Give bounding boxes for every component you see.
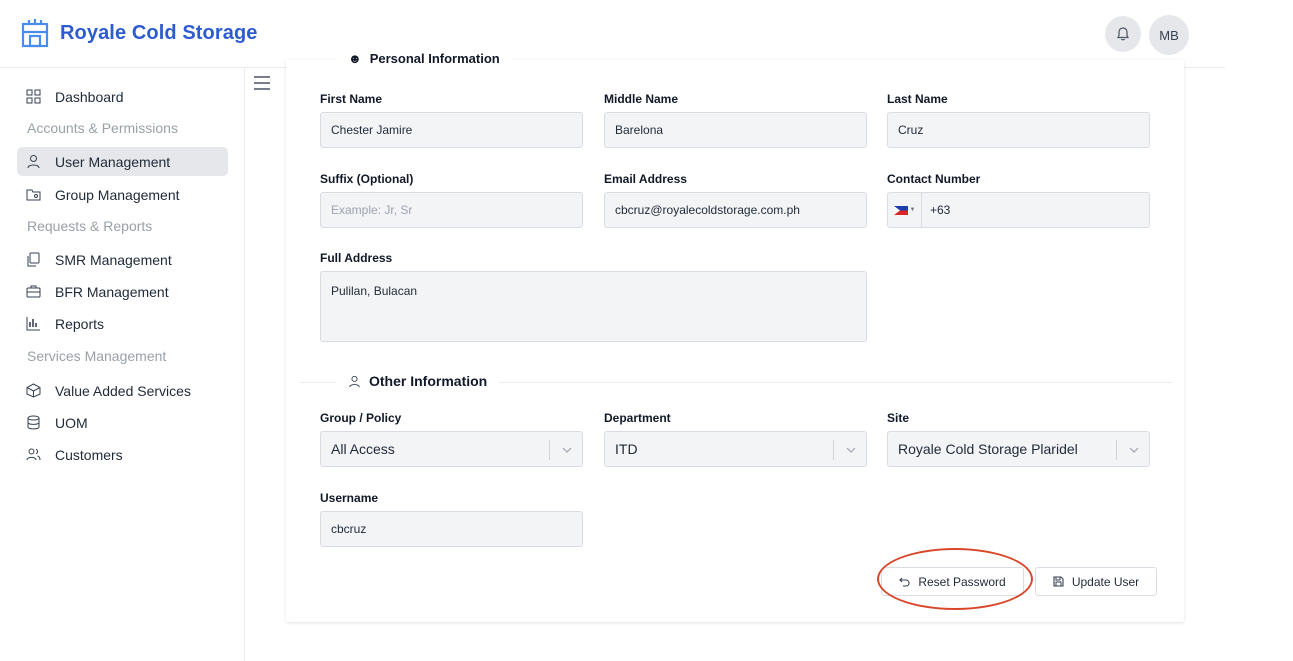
group-policy-label: Group / Policy <box>320 411 402 425</box>
suffix-label: Suffix (Optional) <box>320 172 414 186</box>
department-select[interactable]: ITD <box>604 431 867 467</box>
save-icon <box>1053 576 1064 587</box>
personal-information-heading: ☻ Personal Information <box>336 51 512 66</box>
copy-icon <box>27 252 40 267</box>
contact-number-field[interactable]: ▼ +63 <box>887 192 1150 228</box>
username-label: Username <box>320 491 379 505</box>
briefcase-icon <box>26 285 41 298</box>
section-accounts-permissions: Accounts & Permissions <box>27 120 178 136</box>
middle-name-field[interactable]: Barelona <box>604 112 867 148</box>
dashboard-icon <box>26 89 41 104</box>
first-name-label: First Name <box>320 92 383 106</box>
bell-icon <box>1117 27 1129 41</box>
section-requests-reports: Requests & Reports <box>27 218 153 234</box>
user-icon <box>349 375 360 387</box>
sidebar-item-label: SMR Management <box>55 251 172 268</box>
warehouse-logo-icon <box>21 19 49 48</box>
sidebar-item-label: Dashboard <box>55 88 124 105</box>
select-separator <box>549 440 550 460</box>
sidebar-item-uom[interactable]: UOM <box>17 408 228 437</box>
sidebar-item-label: Reports <box>55 315 105 332</box>
app-root: Royale Cold Storage MB Dashboard Account… <box>0 0 1293 661</box>
bar-chart-icon <box>26 317 40 331</box>
group-policy-select[interactable]: All Access <box>320 431 583 467</box>
update-user-button[interactable]: Update User <box>1035 567 1157 596</box>
caret-down-icon: ▼ <box>909 207 916 213</box>
app-title: Royale Cold Storage <box>60 21 258 44</box>
sidebar-item-label: Customers <box>55 446 123 463</box>
sidebar: Dashboard Accounts & Permissions User Ma… <box>0 68 245 661</box>
sidebar-item-bfr-management[interactable]: BFR Management <box>17 277 228 306</box>
reset-password-button[interactable]: Reset Password <box>881 567 1024 596</box>
site-select[interactable]: Royale Cold Storage Plaridel <box>887 431 1150 467</box>
brand[interactable]: Royale Cold Storage <box>20 18 258 48</box>
user-form-card: ☻ Personal Information First Name Cheste… <box>286 51 1184 622</box>
user-avatar[interactable]: MB <box>1149 15 1189 55</box>
country-code-selector[interactable]: ▼ <box>888 193 922 227</box>
other-information-heading: Other Information <box>336 373 500 389</box>
sidebar-item-label: User Management <box>55 153 171 170</box>
sidebar-item-value-added-services[interactable]: Value Added Services <box>17 376 228 405</box>
user-icon: ☻ <box>348 51 362 66</box>
full-address-label: Full Address <box>320 251 393 265</box>
section-services-management: Services Management <box>27 348 167 364</box>
philippines-flag-icon <box>893 205 908 215</box>
department-label: Department <box>604 411 671 425</box>
suffix-field[interactable]: Example: Jr, Sr <box>320 192 583 228</box>
select-separator <box>833 440 834 460</box>
first-name-field[interactable]: Chester Jamire <box>320 112 583 148</box>
sidebar-item-label: Value Added Services <box>55 382 191 399</box>
select-separator <box>1116 440 1117 460</box>
sidebar-item-label: Group Management <box>55 186 180 203</box>
email-field[interactable]: cbcruz@royalecoldstorage.com.ph <box>604 192 867 228</box>
sidebar-item-reports[interactable]: Reports <box>17 309 228 338</box>
contact-number-value: +63 <box>930 203 951 217</box>
undo-icon <box>899 577 910 587</box>
full-address-field[interactable]: Pulilan, Bulacan <box>320 271 867 342</box>
users-icon <box>26 448 41 461</box>
top-header: Royale Cold Storage MB <box>0 0 1225 68</box>
sidebar-item-dashboard[interactable]: Dashboard <box>17 82 228 111</box>
folder-user-icon <box>26 189 41 201</box>
chevron-down-icon <box>562 447 572 453</box>
email-label: Email Address <box>604 172 687 186</box>
sidebar-item-group-management[interactable]: Group Management <box>17 180 228 209</box>
contact-number-label: Contact Number <box>887 172 981 186</box>
sidebar-item-user-management[interactable]: User Management <box>17 147 228 176</box>
username-field[interactable]: cbcruz <box>320 511 583 547</box>
sidebar-item-customers[interactable]: Customers <box>17 440 228 469</box>
chevron-down-icon <box>846 447 856 453</box>
last-name-label: Last Name <box>887 92 948 106</box>
last-name-field[interactable]: Cruz <box>887 112 1150 148</box>
notifications-button[interactable] <box>1105 16 1141 52</box>
middle-name-label: Middle Name <box>604 92 679 106</box>
chevron-down-icon <box>1129 447 1139 453</box>
sidebar-item-smr-management[interactable]: SMR Management <box>17 245 228 274</box>
sidebar-item-label: UOM <box>55 414 88 431</box>
hamburger-menu-icon[interactable] <box>254 76 270 90</box>
cube-icon <box>26 383 41 398</box>
user-icon <box>27 155 40 169</box>
database-icon <box>27 415 40 430</box>
sidebar-item-label: BFR Management <box>55 283 169 300</box>
site-label: Site <box>887 411 910 425</box>
